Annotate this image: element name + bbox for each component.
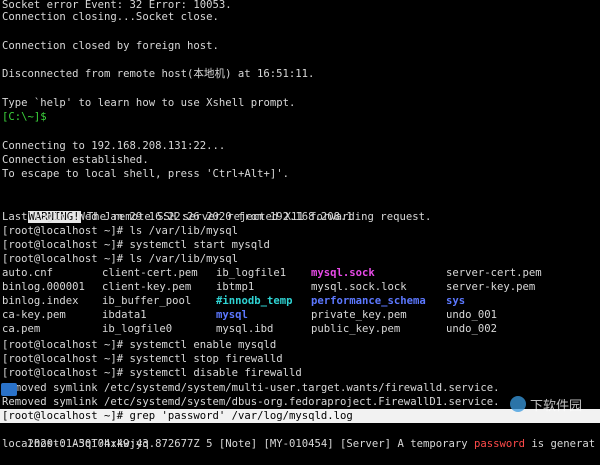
ls-entry: binlog.index bbox=[2, 295, 79, 307]
terminal-line: Connection established. bbox=[2, 154, 149, 166]
session-tab-icon[interactable] bbox=[1, 383, 17, 396]
terminal-line: Removed symlink /etc/systemd/system/dbus… bbox=[2, 396, 500, 408]
watermark-logo-icon bbox=[509, 396, 526, 412]
ls-entry: private_key.pem bbox=[311, 309, 407, 321]
terminal-command: [root@localhost ~]# systemctl start mysq… bbox=[2, 239, 270, 251]
ls-entry: client-cert.pem bbox=[102, 267, 198, 279]
log-line: localhost: A5qi?hxkwjyq bbox=[2, 438, 149, 450]
terminal-line: Disconnected from remote host(本地机) at 16… bbox=[2, 68, 315, 80]
terminal-line: Removed symlink /etc/systemd/system/mult… bbox=[2, 382, 500, 394]
terminal-line: Type `help' to learn how to use Xshell p… bbox=[2, 97, 296, 109]
terminal-command: [root@localhost ~]# systemctl disable fi… bbox=[2, 367, 302, 379]
ls-entry: server-key.pem bbox=[446, 281, 536, 293]
ls-entry: ibdata1 bbox=[102, 309, 147, 321]
watermark-text: 下软件园 bbox=[529, 398, 582, 414]
ls-entry: ib_buffer_pool bbox=[102, 295, 192, 307]
grep-match: password bbox=[473, 438, 526, 450]
terminal-line: Last login: Wed Jan 29 16:22:26 2020 fro… bbox=[2, 211, 353, 223]
terminal-command: [root@localhost ~]# systemctl enable mys… bbox=[2, 339, 277, 351]
ls-entry: #innodb_temp bbox=[216, 295, 293, 307]
ls-entry: auto.cnf bbox=[2, 267, 54, 279]
ls-entry: client-key.pem bbox=[102, 281, 192, 293]
ls-entry: ib_logfile1 bbox=[216, 267, 287, 279]
ls-entry: ca.pem bbox=[2, 323, 41, 335]
watermark: 下软件园 bbox=[509, 395, 582, 414]
terminal-line: To escape to local shell, press 'Ctrl+Al… bbox=[2, 168, 290, 180]
terminal-line: Connecting to 192.168.208.131:22... bbox=[2, 140, 226, 152]
ls-entry: public_key.pem bbox=[311, 323, 401, 335]
ls-entry: mysql.sock.lock bbox=[311, 281, 407, 293]
terminal-command: [root@localhost ~]# ls /var/lib/mysql bbox=[2, 253, 238, 265]
ls-entry: mysql bbox=[216, 309, 248, 321]
ls-entry: undo_002 bbox=[446, 323, 498, 335]
ls-entry: mysql.ibd bbox=[216, 323, 274, 335]
ls-entry: ibtmp1 bbox=[216, 281, 255, 293]
ls-entry: undo_001 bbox=[446, 309, 498, 321]
terminal-command: [root@localhost ~]# systemctl stop firew… bbox=[2, 353, 283, 365]
ls-entry: sys bbox=[446, 295, 466, 307]
local-prompt: [C:\~]$ bbox=[2, 111, 47, 123]
terminal-line: Connection closed by foreign host. bbox=[2, 40, 219, 52]
terminal-window[interactable]: Socket error Event: 32 Error: 10053. Con… bbox=[0, 0, 600, 451]
ls-entry: server-cert.pem bbox=[446, 267, 542, 279]
terminal-command: [root@localhost ~]# grep 'password' /var… bbox=[2, 410, 353, 422]
terminal-command: [root@localhost ~]# ls /var/lib/mysql bbox=[2, 225, 238, 237]
log-line: 2020-01-30T04:49:43.872677Z 5 [Note] [MY… bbox=[2, 423, 596, 450]
ls-entry: binlog.000001 bbox=[2, 281, 85, 293]
warning-line: WARNING! The remote SSH server rejected … bbox=[2, 196, 431, 223]
terminal-line: Connection closing...Socket close. bbox=[2, 11, 219, 23]
ls-entry: mysql.sock bbox=[311, 267, 375, 279]
ls-entry: ib_logfile0 bbox=[102, 323, 173, 335]
log-suffix: is generat bbox=[525, 438, 596, 450]
ls-entry: ca-key.pem bbox=[2, 309, 66, 321]
ls-entry: performance_schema bbox=[311, 295, 426, 307]
